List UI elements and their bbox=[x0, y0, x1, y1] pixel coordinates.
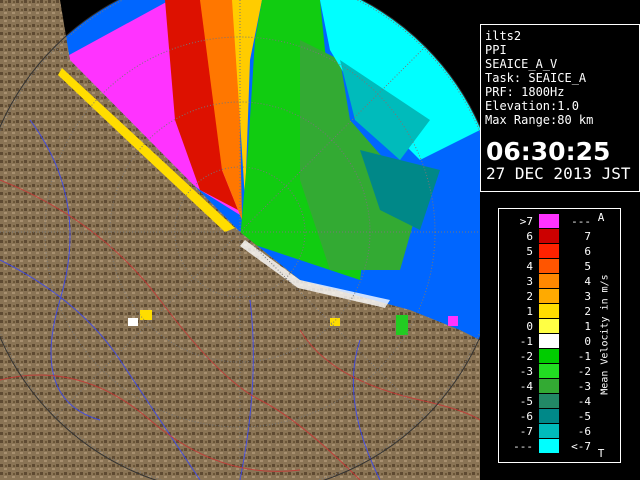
legend-swatch bbox=[539, 349, 559, 363]
radar-image bbox=[0, 0, 480, 480]
info-panel: ilts2 PPI SEAICE_A_V Task: SEAICE_A PRF:… bbox=[480, 24, 640, 192]
legend-swatch bbox=[539, 394, 559, 408]
legend-swatch bbox=[539, 229, 559, 243]
legend-swatch bbox=[539, 304, 559, 318]
legend-value: 4 bbox=[584, 275, 591, 288]
radar-ppi-view[interactable] bbox=[0, 0, 480, 480]
legend-value: -2 bbox=[577, 365, 591, 378]
legend-label: -1 bbox=[519, 335, 533, 348]
prf-value: PRF: 1800Hz bbox=[485, 85, 565, 99]
legend-label: 1 bbox=[526, 305, 533, 318]
legend-swatch bbox=[539, 244, 559, 258]
legend-label: --- bbox=[513, 440, 533, 453]
legend-label: -4 bbox=[519, 380, 533, 393]
legend-value: 1 bbox=[584, 320, 591, 333]
legend-swatch bbox=[539, 364, 559, 378]
legend-value: -6 bbox=[577, 425, 591, 438]
legend-value: 6 bbox=[584, 245, 591, 258]
scan-date: 27 DEC 2013 JST bbox=[486, 164, 631, 183]
legend-value: 3 bbox=[584, 290, 591, 303]
legend-swatch bbox=[539, 214, 559, 228]
legend-value: -3 bbox=[577, 380, 591, 393]
product-name: SEAICE_A_V bbox=[485, 57, 558, 71]
legend-label: -7 bbox=[519, 425, 533, 438]
scan-time: 06:30:25 bbox=[486, 137, 611, 166]
legend-label: -6 bbox=[519, 410, 533, 423]
legend-value: --- bbox=[571, 215, 591, 228]
legend-value: 7 bbox=[584, 230, 591, 243]
color-legend: >7 --- 6 7 5 6 4 5 3 4 2 3 1 2 0 1 -1 0 -2 -1 -3 -2 -4 -3 -5 -4 -6… bbox=[498, 208, 621, 463]
legend-swatch bbox=[539, 409, 559, 423]
scan-type: PPI bbox=[485, 43, 507, 57]
legend-label: >7 bbox=[519, 215, 533, 228]
legend-swatch bbox=[539, 259, 559, 273]
legend-label: 0 bbox=[526, 320, 533, 333]
legend-value: -4 bbox=[577, 395, 591, 408]
radar-site-name: ilts2 bbox=[485, 29, 522, 43]
legend-label: 5 bbox=[526, 245, 533, 258]
legend-swatch bbox=[539, 334, 559, 348]
task-name: Task: SEAICE_A bbox=[485, 71, 587, 85]
legend-swatch bbox=[539, 379, 559, 393]
legend-label: -5 bbox=[519, 395, 533, 408]
legend-value: <-7 bbox=[571, 440, 591, 453]
legend-value: -5 bbox=[577, 410, 591, 423]
legend-label: -3 bbox=[519, 365, 533, 378]
legend-label: -2 bbox=[519, 350, 533, 363]
legend-value: 0 bbox=[584, 335, 591, 348]
legend-swatch bbox=[539, 274, 559, 288]
legend-label: 4 bbox=[526, 260, 533, 273]
legend-swatch bbox=[539, 439, 559, 453]
legend-swatch bbox=[539, 424, 559, 438]
legend-value: 2 bbox=[584, 305, 591, 318]
legend-label: 3 bbox=[526, 275, 533, 288]
legend-value: 5 bbox=[584, 260, 591, 273]
legend-label: 2 bbox=[526, 290, 533, 303]
legend-swatch bbox=[539, 289, 559, 303]
elevation-value: Elevation:1.0 bbox=[485, 99, 579, 113]
max-range-value: Max Range:80 km bbox=[485, 113, 594, 127]
legend-label: 6 bbox=[526, 230, 533, 243]
legend-swatch bbox=[539, 319, 559, 333]
legend-value: -1 bbox=[577, 350, 591, 363]
legend-unit-label: Mean Velocity in m/s bbox=[599, 274, 611, 395]
